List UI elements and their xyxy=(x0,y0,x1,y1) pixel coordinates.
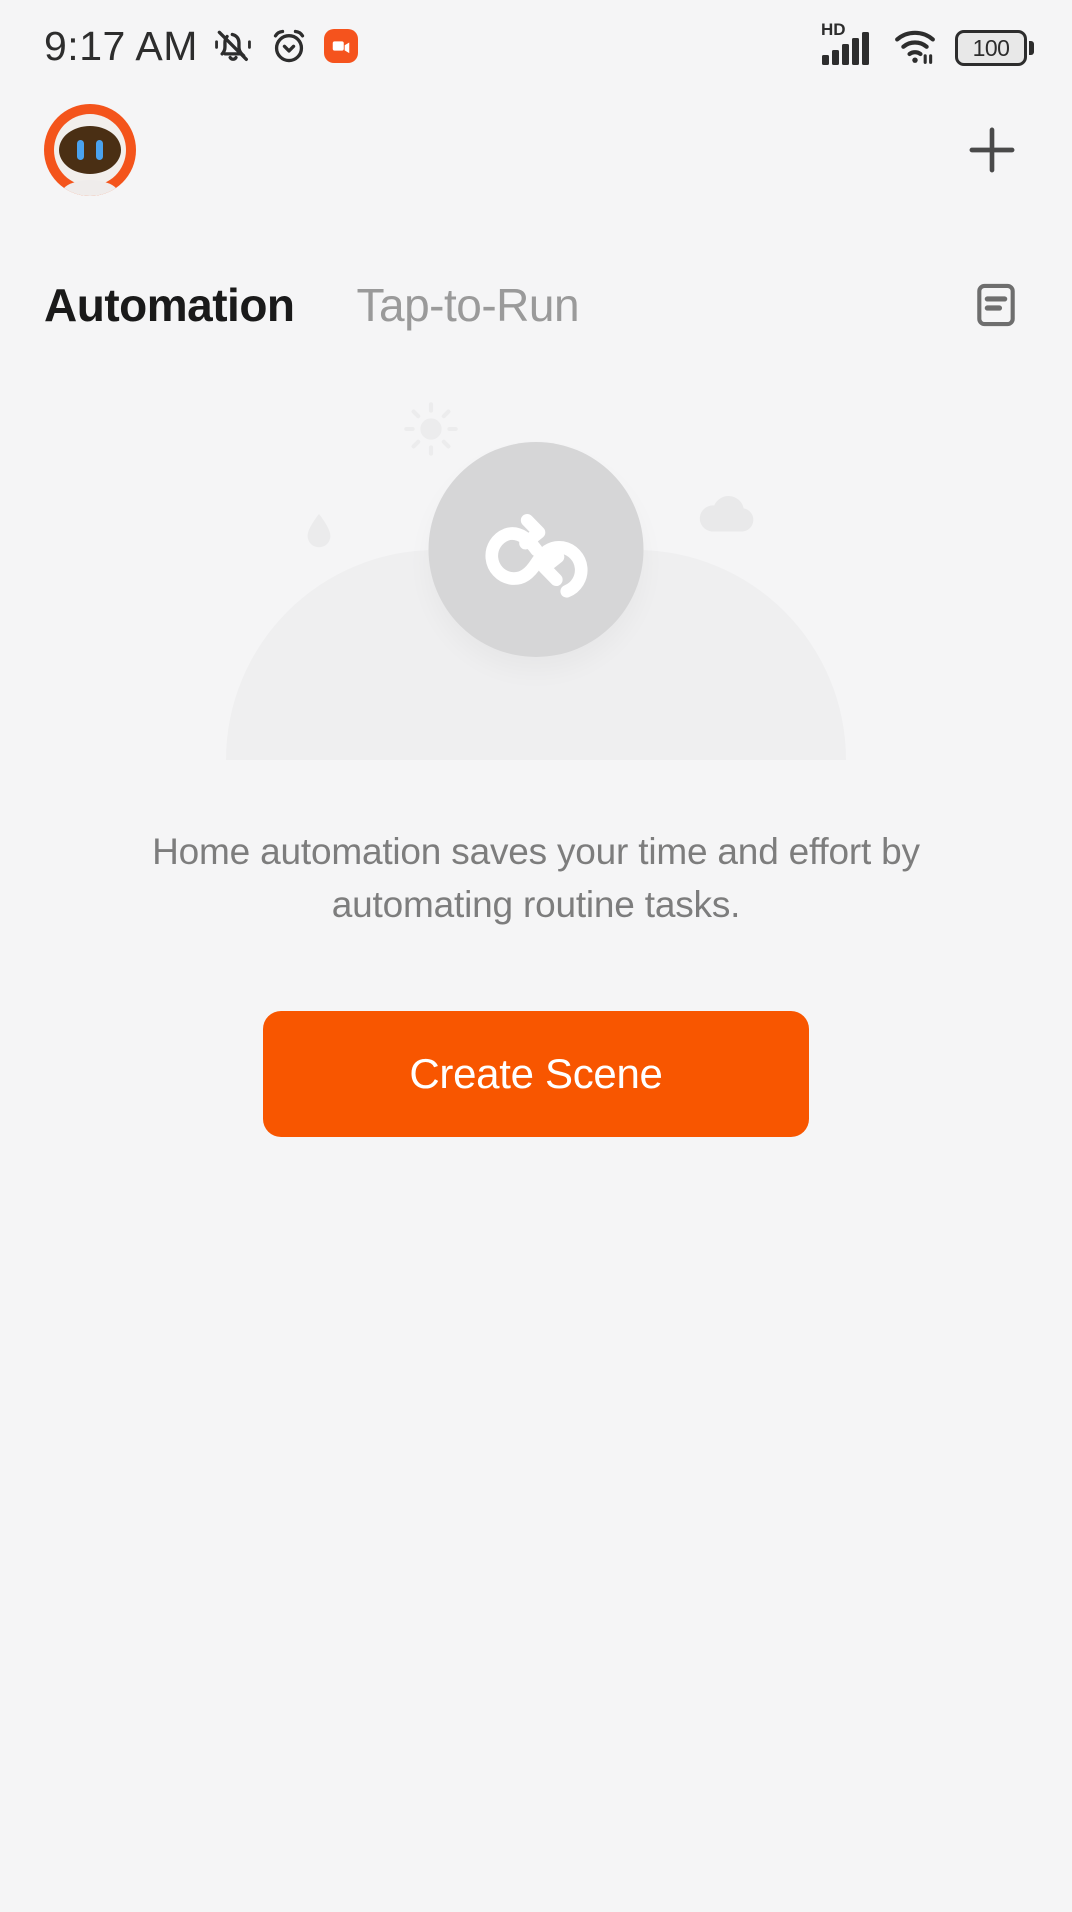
network-type-label: HD xyxy=(821,20,846,39)
battery-level: 100 xyxy=(972,34,1010,61)
tab-tap-to-run[interactable]: Tap-to-Run xyxy=(357,278,580,332)
create-scene-button[interactable]: Create Scene xyxy=(263,1011,809,1138)
empty-state: Home automation saves your time and effo… xyxy=(0,400,1072,1138)
status-bar-right: HD 100 xyxy=(821,21,1034,66)
cloud-icon xyxy=(696,492,758,536)
empty-state-description: Home automation saves your time and effo… xyxy=(152,831,920,925)
avatar-ring xyxy=(54,114,126,186)
wifi-icon xyxy=(891,26,939,66)
bell-muted-icon xyxy=(212,25,254,67)
avatar-eye-right xyxy=(96,140,103,160)
battery-cap xyxy=(1029,41,1034,55)
automation-log-icon xyxy=(970,279,1022,331)
phone-screen: 9:17 AM HD 100 Automation Tap-to-Run Hom… xyxy=(0,0,1072,1912)
automation-loop-badge xyxy=(428,442,644,657)
tab-automation[interactable]: Automation xyxy=(44,278,295,332)
tab-bar: Automation Tap-to-Run xyxy=(0,270,1072,340)
add-button[interactable] xyxy=(956,114,1028,186)
cellular-signal-icon: HD xyxy=(821,21,875,66)
status-bar-left: 9:17 AM xyxy=(44,23,358,70)
automation-loop-icon xyxy=(470,484,602,616)
avatar-eye-left xyxy=(77,140,84,160)
screen-recording-icon xyxy=(323,29,358,63)
status-bar: 9:17 AM HD 100 xyxy=(0,0,1072,92)
avatar-chin xyxy=(62,180,118,196)
assistant-avatar[interactable] xyxy=(44,104,136,196)
sun-icon xyxy=(402,400,460,458)
app-bar xyxy=(0,104,1072,196)
automation-loop-illustration xyxy=(226,400,846,760)
avatar-face xyxy=(59,126,121,174)
water-drop-icon xyxy=(304,512,334,552)
battery-icon: 100 xyxy=(955,30,1034,66)
status-time: 9:17 AM xyxy=(44,22,198,69)
automation-log-button[interactable] xyxy=(964,273,1028,337)
alarm-clock-icon xyxy=(268,25,310,67)
